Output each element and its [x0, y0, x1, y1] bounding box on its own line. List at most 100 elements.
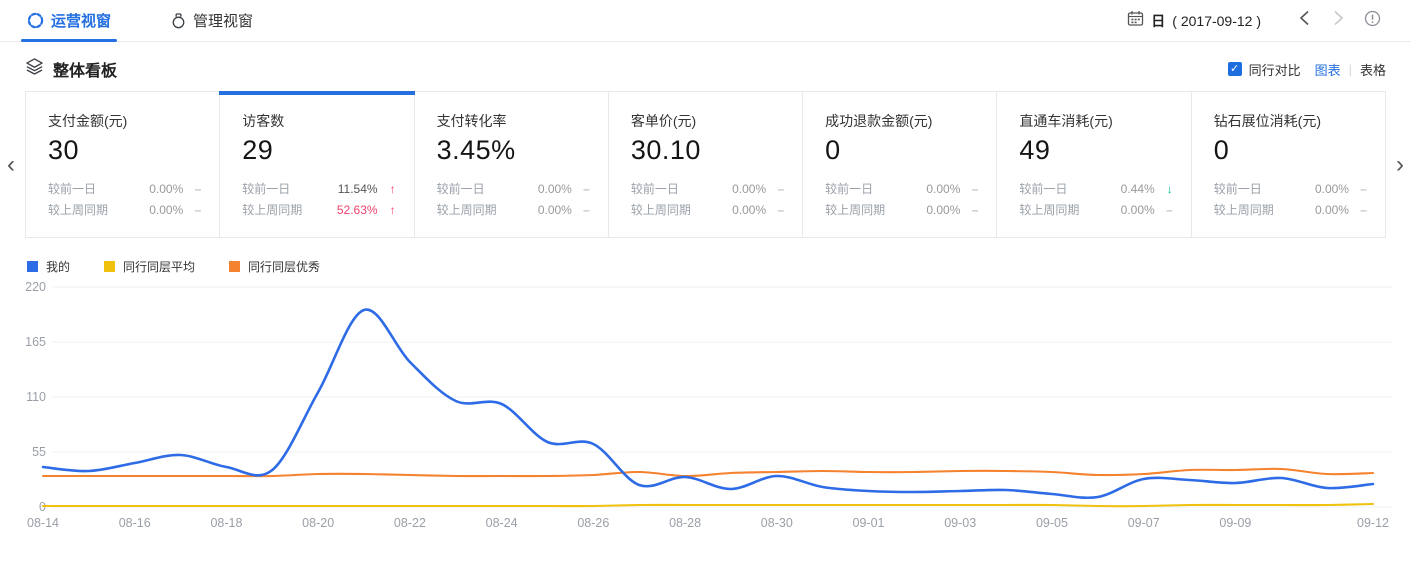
y-tick-label: 55: [32, 445, 46, 459]
shield-circle-icon: [27, 12, 44, 29]
dashboard-page: 运营视窗 管理视窗 日 ( 2017-09-12 ): [0, 0, 1411, 565]
compare-value: 0.00%: [926, 179, 960, 200]
board-tools: ✓ 同行对比 图表 | 表格: [1228, 60, 1386, 79]
compare-label: 较上周同期: [1214, 200, 1274, 221]
compare-value: 11.54%: [338, 179, 378, 200]
metric-value: 30.10: [631, 135, 784, 166]
tab-operations-view[interactable]: 运营视窗: [25, 0, 113, 42]
metric-label: 支付转化率: [437, 111, 590, 131]
peer-compare-checkbox[interactable]: ✓ 同行对比: [1228, 60, 1301, 79]
metric-cards-section: ‹ 支付金额(元)30较前一日0.00%–较上周同期0.00%–访客数29较前一…: [0, 91, 1411, 238]
info-icon[interactable]: [1355, 10, 1389, 32]
legend-item-1[interactable]: 同行同层平均: [104, 258, 195, 275]
metric-compare-row: 较前一日0.00%–: [437, 179, 590, 200]
x-tick-label: 08-30: [761, 516, 793, 530]
date-prev-button[interactable]: [1287, 10, 1321, 31]
x-tick-label: 09-03: [944, 516, 976, 530]
metric-compare-row: 较上周同期0.00%–: [631, 200, 784, 221]
compare-value: 0.00%: [538, 200, 572, 221]
compare-value: 0.00%: [1315, 200, 1349, 221]
date-picker[interactable]: 日 ( 2017-09-12 ): [1127, 10, 1261, 32]
trend-flat-icon: –: [572, 200, 590, 221]
legend-swatch-icon: [27, 261, 38, 272]
metric-compare-row: 较上周同期 0.00%–: [437, 200, 590, 221]
x-tick-label: 08-24: [486, 516, 518, 530]
trend-down-icon: ↓: [1155, 179, 1173, 200]
metric-label: 钻石展位消耗(元): [1214, 111, 1367, 131]
metric-label: 成功退款金额(元): [825, 111, 978, 131]
metric-value: 30: [48, 135, 201, 166]
compare-label: 较上周同期: [242, 200, 302, 221]
series-line-1: [43, 504, 1373, 506]
layers-icon: [25, 57, 44, 81]
metric-card-4[interactable]: 成功退款金额(元)0较前一日0.00%–较上周同期0.00%–: [803, 92, 997, 237]
line-chart-svg: 05511016522008-1408-1608-1808-2008-2208-…: [0, 279, 1411, 534]
y-tick-label: 110: [26, 390, 46, 404]
metric-value: 29: [242, 135, 395, 166]
compare-value: 0.00%: [149, 200, 183, 221]
trend-up-icon: ↑: [378, 200, 396, 221]
metric-card-0[interactable]: 支付金额(元)30较前一日0.00%–较上周同期0.00%–: [26, 92, 220, 237]
metric-compare-row: 较前一日11.54%↑: [242, 179, 395, 200]
topbar-tabs: 运营视窗 管理视窗: [25, 0, 311, 42]
metric-cards-strip: 支付金额(元)30较前一日0.00%–较上周同期0.00%–访客数29较前一日1…: [25, 91, 1386, 238]
metric-compare-row: 较上周同期0.00%–: [1019, 200, 1172, 221]
legend-label: 同行同层平均: [123, 258, 195, 275]
date-next-button[interactable]: [1321, 10, 1355, 31]
x-tick-label: 09-07: [1128, 516, 1160, 530]
trend-flat-icon: –: [960, 200, 978, 221]
view-table-link[interactable]: 表格: [1360, 60, 1386, 79]
trend-line-chart: 05511016522008-1408-1608-1808-2008-2208-…: [0, 279, 1411, 539]
metric-card-3[interactable]: 客单价(元)30.10较前一日0.00%–较上周同期0.00%–: [609, 92, 803, 237]
metric-compare-row: 较上周同期 0.00%–: [1214, 200, 1367, 221]
cards-prev-button[interactable]: ‹: [1, 151, 21, 179]
legend-swatch-icon: [104, 261, 115, 272]
metric-value: 49: [1019, 135, 1172, 166]
compare-value: 0.00%: [1121, 200, 1155, 221]
trend-flat-icon: –: [960, 179, 978, 200]
metric-compare-row: 较上周同期 0.00%–: [48, 200, 201, 221]
metric-compare-row: 较上周同期0.00%–: [825, 200, 978, 221]
cards-next-button[interactable]: ›: [1390, 151, 1410, 179]
metric-compare-row: 较前一日0.00%–: [825, 179, 978, 200]
view-switch-divider: |: [1349, 62, 1352, 77]
compare-value: 0.00%: [1315, 179, 1349, 200]
x-tick-label: 08-22: [394, 516, 426, 530]
trend-flat-icon: –: [766, 179, 784, 200]
metric-value: 0: [825, 135, 978, 166]
trend-flat-icon: –: [1155, 200, 1173, 221]
compare-value: 0.00%: [149, 179, 183, 200]
compare-label: 较前一日: [437, 179, 485, 200]
metric-card-1[interactable]: 访客数 29 较前一日 11.54%↑较上周同期52.63%↑: [220, 92, 414, 237]
view-chart-link[interactable]: 图表: [1315, 60, 1341, 79]
compare-label: 较上周同期: [825, 200, 885, 221]
metric-card-6[interactable]: 钻石展位消耗(元)0较前一日0.00%–较上周同期0.00%–: [1192, 92, 1385, 237]
compare-label: 较上周同期: [437, 200, 497, 221]
metric-value: 3.45%: [437, 135, 590, 166]
compare-value: 0.00%: [538, 179, 572, 200]
legend-item-0[interactable]: 我的: [27, 258, 70, 275]
trend-flat-icon: –: [1349, 200, 1367, 221]
metric-card-5[interactable]: 直通车消耗(元)49较前一日0.44%↓较上周同期0.00%–: [997, 92, 1191, 237]
x-tick-label: 09-09: [1219, 516, 1251, 530]
metric-card-2[interactable]: 支付转化率 3.45% 较前一日 0.00%–较上周同期 0.00%–: [415, 92, 609, 237]
compare-label: 较前一日: [242, 179, 290, 200]
x-tick-label: 08-16: [119, 516, 151, 530]
x-tick-label: 08-14: [27, 516, 59, 530]
legend-item-2[interactable]: 同行同层优秀: [229, 258, 320, 275]
legend-label: 同行同层优秀: [248, 258, 320, 275]
metric-label: 访客数: [242, 111, 395, 131]
tab-management-view[interactable]: 管理视窗: [169, 0, 255, 42]
compare-label: 较上周同期: [48, 200, 108, 221]
x-tick-label: 09-12: [1357, 516, 1389, 530]
trend-flat-icon: –: [183, 200, 201, 221]
series-line-0: [43, 310, 1373, 498]
x-tick-label: 08-28: [669, 516, 701, 530]
chart-legend: 我的 同行同层平均 同行同层优秀: [0, 238, 1411, 275]
metric-compare-row: 较上周同期52.63%↑: [242, 200, 395, 221]
checkbox-check-icon: ✓: [1228, 62, 1242, 76]
tab-label: 运营视窗: [51, 10, 111, 31]
x-tick-label: 09-01: [853, 516, 885, 530]
date-granularity: 日: [1151, 11, 1165, 31]
compare-label: 较前一日: [1019, 179, 1067, 200]
